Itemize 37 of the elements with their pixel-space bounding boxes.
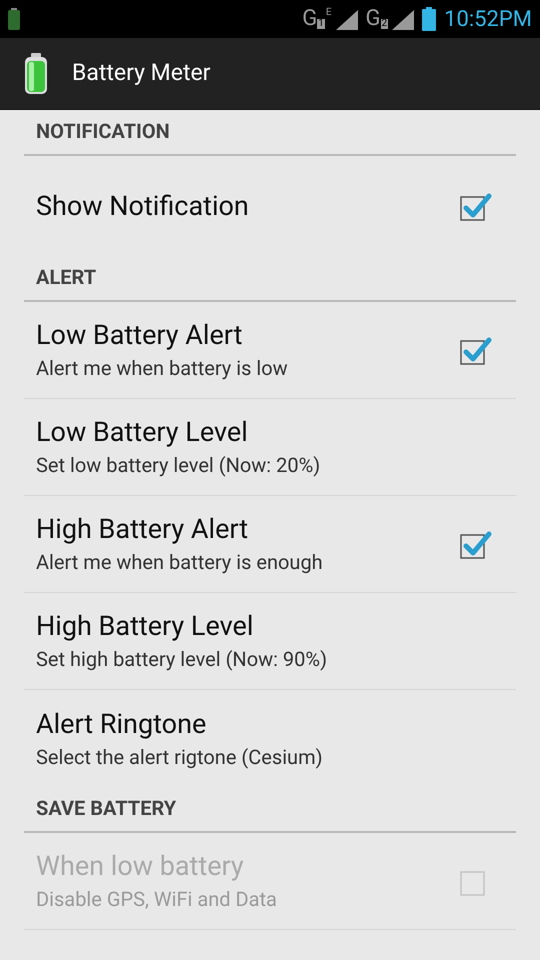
- battery-icon: [24, 52, 48, 94]
- item-summary: Set high battery level (Now: 90%): [36, 646, 328, 673]
- clock: 10:52PM: [444, 6, 532, 34]
- item-title: High Battery Level: [36, 609, 254, 644]
- item-title: Low Battery Alert: [36, 318, 244, 353]
- preference-item[interactable]: Low Battery Level Set low battery level (Now: 20%): [24, 399, 516, 496]
- signal-icon: [392, 10, 414, 30]
- section-header: ALERT: [36, 264, 96, 291]
- preference-item[interactable]: Low Battery Alert Alert me when battery is low: [24, 302, 516, 399]
- checkbox[interactable]: [460, 191, 492, 221]
- item-title: Low Battery Level: [36, 415, 249, 450]
- item-summary: Alert me when battery is low: [36, 355, 289, 382]
- item-summary: Disable GPS, WiFi and Data: [36, 886, 278, 913]
- network-type: E: [326, 8, 332, 18]
- sim-slot: 1: [317, 19, 325, 29]
- sim-label: G: [366, 8, 380, 30]
- signal-icon: [336, 10, 358, 30]
- sim-slot: 2: [380, 19, 388, 29]
- checkbox[interactable]: [460, 335, 492, 365]
- item-title: When low battery: [36, 849, 245, 884]
- preference-item[interactable]: Show Notification: [24, 156, 516, 256]
- item-title: Show Notification: [36, 189, 250, 224]
- preference-item[interactable]: High Battery Level Set high battery level (Now: 90%): [24, 593, 516, 690]
- sim-label: G: [302, 8, 318, 30]
- item-summary: Select the alert rigtone (Cesium): [36, 744, 324, 770]
- section-header: SAVE BATTERY: [36, 795, 176, 822]
- battery-icon: [8, 8, 20, 30]
- section-header: NOTIFICATION: [36, 118, 170, 145]
- item-summary: Alert me when battery is enough: [36, 549, 324, 576]
- item-title: High Battery Alert: [36, 512, 250, 547]
- item-summary: Set low battery level (Now: 20%): [36, 452, 322, 479]
- preference-item[interactable]: High Battery Alert Alert me when battery is enough: [24, 496, 516, 593]
- app-title: Battery Meter: [72, 58, 210, 88]
- battery-icon: [422, 7, 436, 31]
- preference-item[interactable]: Alert Ringtone Select the alert rigtone (Cesium): [24, 690, 516, 787]
- item-title: Alert Ringtone: [36, 706, 208, 742]
- checkbox[interactable]: [460, 529, 492, 559]
